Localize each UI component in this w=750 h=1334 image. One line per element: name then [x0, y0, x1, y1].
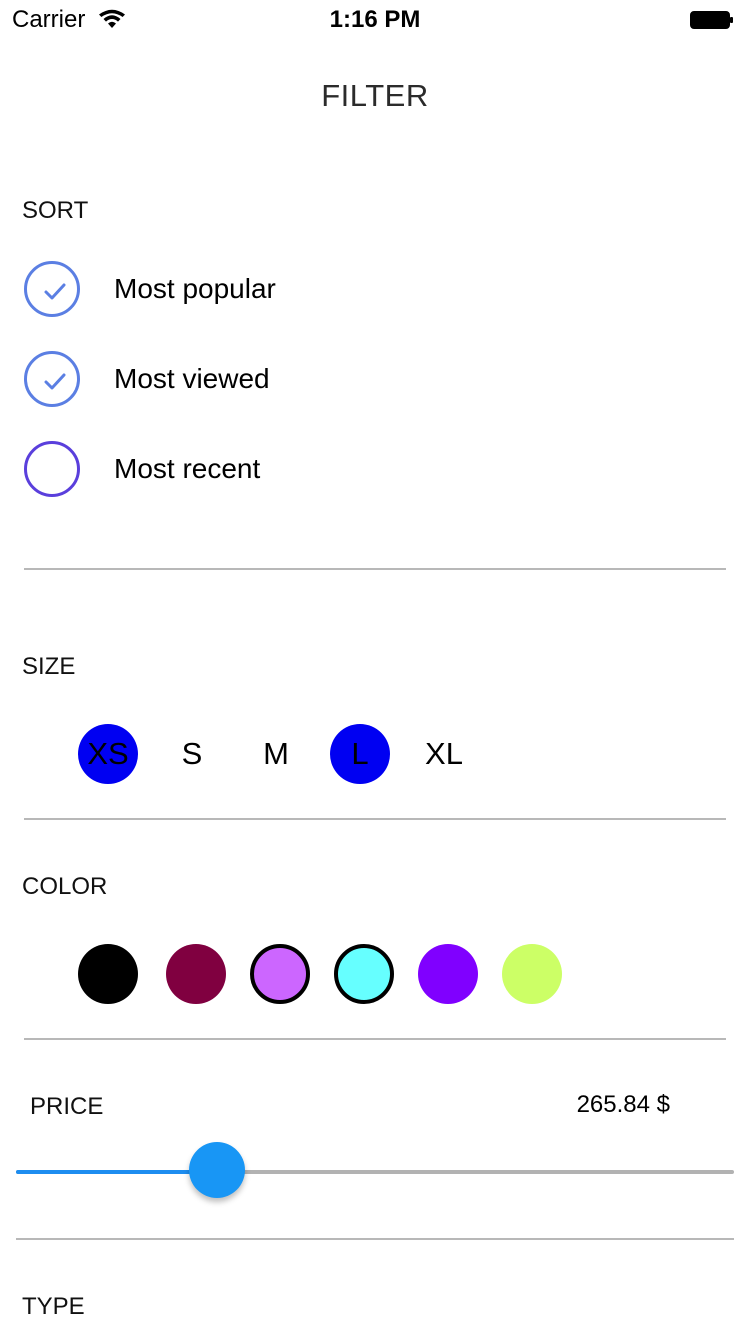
- status-bar: Carrier 1:16 PM: [0, 0, 750, 40]
- page-title: FILTER: [321, 78, 429, 113]
- price-slider-fill: [16, 1170, 218, 1174]
- checkmark-icon: [44, 283, 66, 300]
- status-time: 1:16 PM: [329, 6, 421, 33]
- color-swatch[interactable]: [166, 944, 226, 1004]
- color-swatch[interactable]: [334, 944, 394, 1004]
- battery-icon: [690, 11, 734, 29]
- radio-checked-circle[interactable]: [24, 351, 80, 407]
- color-swatch[interactable]: [418, 944, 478, 1004]
- size-option-xl[interactable]: XL: [414, 724, 474, 784]
- sort-option-label: Most viewed: [114, 363, 270, 394]
- sort-option-label: Most popular: [114, 273, 276, 304]
- sort-option-most-popular[interactable]: Most popular: [22, 260, 442, 324]
- color-swatch[interactable]: [250, 944, 310, 1004]
- price-slider-track[interactable]: [16, 1170, 734, 1174]
- type-section-label: TYPE: [22, 1293, 85, 1320]
- section-divider: [16, 1238, 734, 1240]
- section-divider: [24, 818, 726, 820]
- size-section-label: SIZE: [22, 653, 76, 680]
- price-value: 265.84 $: [576, 1091, 670, 1118]
- color-swatch[interactable]: [502, 944, 562, 1004]
- radio-unchecked-circle[interactable]: [24, 441, 80, 497]
- size-option-l[interactable]: L: [330, 724, 390, 784]
- section-divider: [24, 1038, 726, 1040]
- checkmark-icon: [44, 373, 66, 390]
- color-section-label: COLOR: [22, 873, 108, 900]
- price-section-label: PRICE: [30, 1093, 104, 1120]
- size-option-s[interactable]: S: [162, 724, 222, 784]
- color-swatch[interactable]: [78, 944, 138, 1004]
- sort-option-most-recent[interactable]: Most recent: [22, 440, 442, 504]
- section-divider: [24, 568, 726, 570]
- radio-checked-circle[interactable]: [24, 261, 80, 317]
- price-slider-thumb[interactable]: [189, 1142, 246, 1198]
- sort-option-label: Most recent: [114, 453, 261, 484]
- sort-option-most-viewed[interactable]: Most viewed: [22, 350, 442, 414]
- sort-section-label: SORT: [22, 197, 89, 224]
- size-option-m[interactable]: M: [246, 724, 306, 784]
- size-option-xs[interactable]: XS: [78, 724, 138, 784]
